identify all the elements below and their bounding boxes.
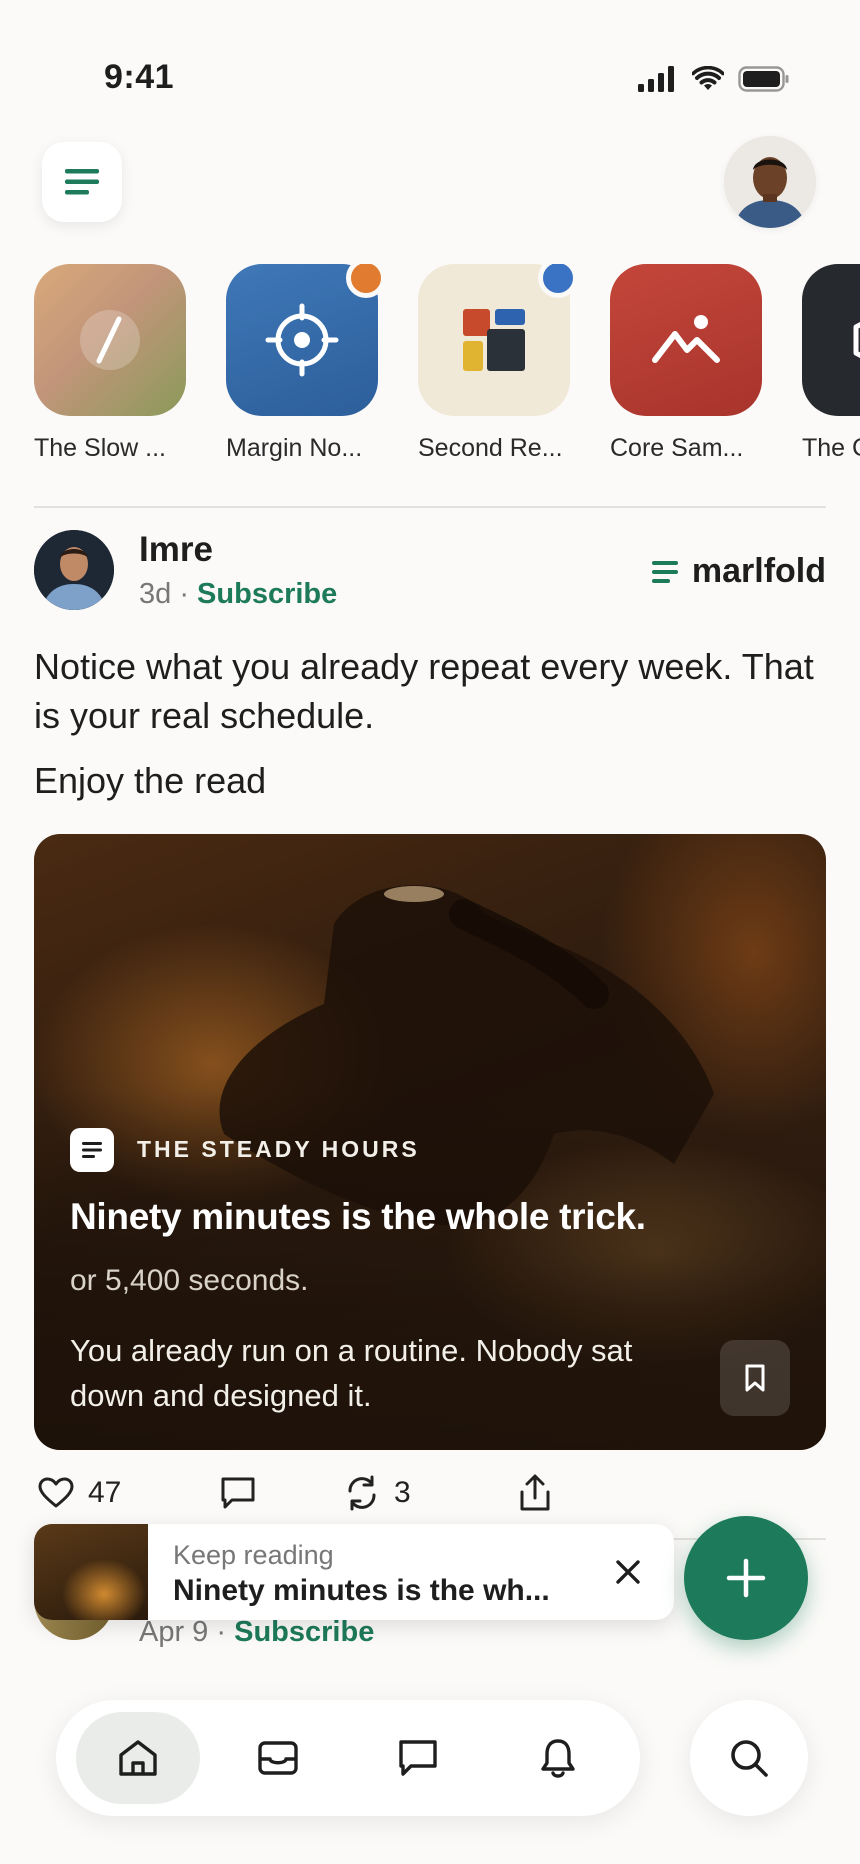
close-icon	[616, 1560, 640, 1584]
divider	[34, 506, 826, 508]
post-text: Notice what you already repeat every wee…	[34, 646, 814, 736]
next-subscribe-link[interactable]: Subscribe	[234, 1616, 374, 1648]
keep-reading-label: Keep reading	[173, 1540, 334, 1570]
mountain-icon	[652, 315, 720, 363]
wifi-icon	[692, 66, 724, 90]
meta-separator: ·	[208, 1616, 235, 1648]
keep-reading-close-button[interactable]	[608, 1552, 648, 1592]
like-count: 47	[88, 1476, 122, 1509]
publication-icon	[226, 264, 386, 416]
publication-label: Second Re...	[418, 434, 563, 462]
bookmark-icon	[745, 1364, 765, 1392]
brand-logo-icon	[651, 560, 678, 583]
chat-icon	[399, 1740, 437, 1776]
card-publication-icon	[70, 1128, 114, 1172]
nav-notifications[interactable]	[496, 1712, 620, 1804]
subscribe-link[interactable]: Subscribe	[197, 578, 337, 610]
publication-icon	[418, 264, 578, 416]
target-icon	[265, 303, 339, 377]
next-post-date: Apr 9	[139, 1616, 209, 1648]
publication-item[interactable]: The Slow ...	[34, 264, 186, 463]
post-actions: 47 3	[38, 1474, 552, 1512]
hexagon-icon	[853, 321, 860, 359]
brand-name: marlfold	[691, 552, 826, 590]
restack-button[interactable]: 3	[344, 1475, 518, 1511]
card-publication-name: THE STEADY HOURS	[137, 1136, 420, 1162]
compose-button[interactable]	[684, 1516, 808, 1640]
card-excerpt: You already run on a routine. Nobody sat…	[70, 1333, 633, 1413]
publication-label: The Slow ...	[34, 434, 166, 462]
status-time: 9:41	[104, 58, 175, 96]
restack-count: 3	[394, 1476, 411, 1509]
keep-reading-thumbnail	[34, 1524, 148, 1620]
menu-button[interactable]	[42, 142, 122, 222]
home-icon	[119, 1740, 157, 1776]
brand[interactable]: marlfold	[651, 552, 826, 591]
inbox-icon	[258, 1741, 298, 1775]
unread-dot	[538, 264, 578, 298]
profile-avatar[interactable]	[724, 136, 816, 228]
publication-item[interactable]: Core Sam...	[610, 264, 762, 463]
bookmark-button[interactable]	[720, 1340, 790, 1416]
blocks-icon	[463, 309, 525, 371]
post-meta: 3d · Subscribe	[139, 578, 337, 611]
nav-home[interactable]	[76, 1712, 200, 1804]
comment-button[interactable]	[220, 1476, 344, 1510]
next-post-meta: Apr 9 · Subscribe	[139, 1616, 374, 1649]
post-age: 3d	[139, 578, 172, 610]
status-bar: 9:41	[0, 0, 860, 120]
comment-icon	[221, 1477, 255, 1509]
unread-dot	[346, 264, 386, 298]
author-avatar-image	[34, 530, 114, 610]
share-icon	[520, 1474, 550, 1511]
battery-icon	[738, 66, 789, 92]
menu-icon	[65, 169, 99, 195]
profile-avatar-image	[724, 136, 816, 228]
bottom-nav	[56, 1700, 640, 1816]
card-subtitle: or 5,400 seconds.	[70, 1264, 309, 1297]
meta-separator: ·	[171, 578, 198, 610]
search-icon	[731, 1740, 768, 1777]
publication-icon	[34, 264, 186, 416]
bell-icon	[541, 1739, 575, 1778]
keep-reading-title: Ninety minutes is the wh...	[173, 1574, 550, 1607]
publications-row[interactable]: The Slow ... Margin No... Second Re... C…	[34, 264, 860, 464]
publication-label: Core Sam...	[610, 434, 744, 462]
like-button[interactable]: 47	[38, 1476, 220, 1510]
publication-label: Margin No...	[226, 434, 363, 462]
publication-item[interactable]: Second Re...	[418, 264, 578, 463]
article-card[interactable]: THE STEADY HOURS Ninety minutes is the w…	[34, 834, 826, 1450]
publication-icon	[610, 264, 762, 416]
publication-label: The C	[802, 434, 860, 462]
share-button[interactable]	[518, 1474, 552, 1512]
publication-item[interactable]: The C	[802, 264, 860, 463]
status-icons	[638, 66, 790, 92]
document-icon	[82, 1142, 102, 1158]
author-name[interactable]: Imre	[139, 530, 213, 570]
nav-inbox[interactable]	[216, 1712, 340, 1804]
plus-icon	[726, 1558, 766, 1598]
heart-icon	[38, 1477, 74, 1508]
publication-icon	[802, 264, 860, 416]
post-subtext: Enjoy the read	[34, 760, 267, 801]
author-avatar[interactable]	[34, 530, 114, 610]
search-button[interactable]	[690, 1700, 808, 1816]
cellular-signal-icon	[638, 66, 674, 92]
nav-chat[interactable]	[356, 1712, 480, 1804]
keep-reading-bar[interactable]: Keep reading Ninety minutes is the wh...	[34, 1524, 674, 1620]
card-title: Ninety minutes is the whole trick.	[70, 1196, 646, 1237]
publication-item[interactable]: Margin No...	[226, 264, 386, 463]
restack-icon	[348, 1475, 376, 1511]
slow-clock-icon	[80, 310, 140, 370]
